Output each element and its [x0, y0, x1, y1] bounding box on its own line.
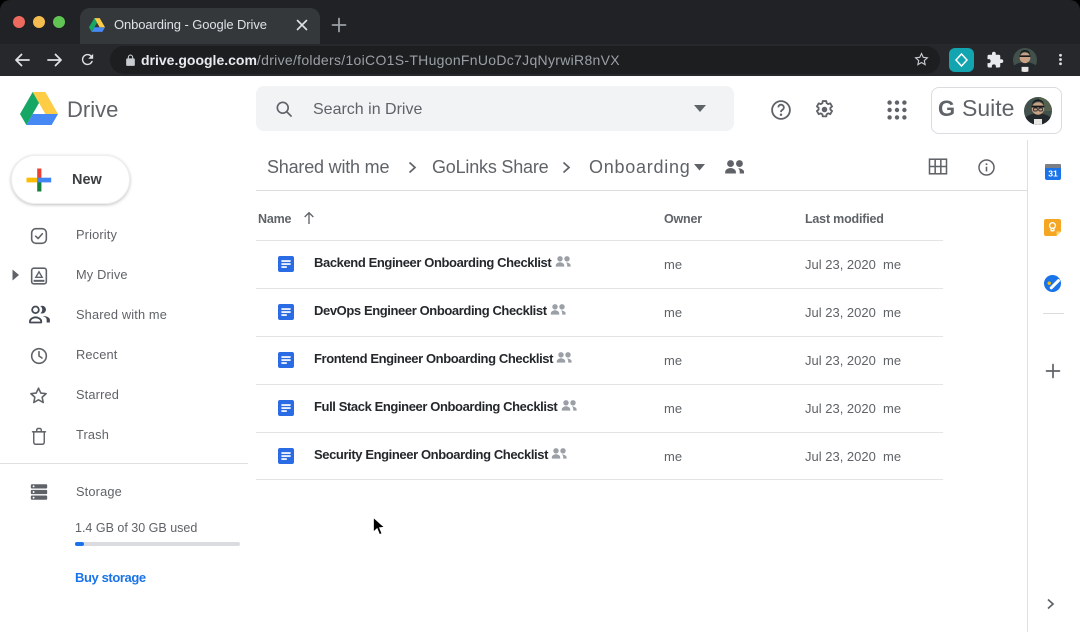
svg-text:31: 31: [1048, 169, 1058, 179]
